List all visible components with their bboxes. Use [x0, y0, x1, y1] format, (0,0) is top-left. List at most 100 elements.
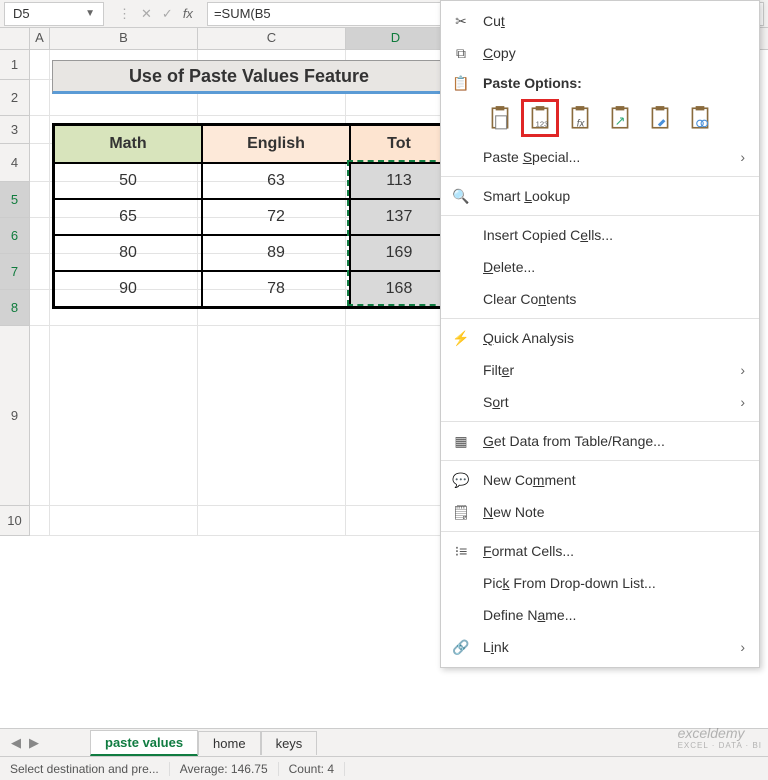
- row-header[interactable]: 10: [0, 506, 30, 536]
- menu-label: Paste Options:: [483, 75, 582, 91]
- name-box-value: D5: [13, 6, 30, 21]
- chevron-right-icon: ›: [740, 149, 745, 165]
- col-header-B[interactable]: B: [50, 28, 198, 49]
- col-header-D[interactable]: D: [346, 28, 446, 49]
- tab-nav-arrows[interactable]: ◀▶: [8, 735, 42, 751]
- menu-new-note[interactable]: 🗒 New Note: [441, 496, 759, 528]
- sheet-tabs: ◀▶ paste values home keys: [0, 728, 768, 756]
- cell[interactable]: 168: [350, 271, 448, 307]
- row-header[interactable]: 2: [0, 80, 30, 116]
- table-header-total[interactable]: Tot: [350, 125, 448, 163]
- menu-delete[interactable]: Delete...: [441, 251, 759, 283]
- cell[interactable]: 89: [202, 235, 350, 271]
- col-header-A[interactable]: A: [30, 28, 50, 49]
- fx-icon[interactable]: fx: [183, 6, 193, 21]
- menu-paste-options-header: 📋 Paste Options:: [441, 69, 759, 97]
- row-header[interactable]: 4: [0, 144, 30, 182]
- menu-new-comment[interactable]: 💬 New Comment: [441, 464, 759, 496]
- row-header[interactable]: 3: [0, 116, 30, 144]
- scissors-icon: ✂: [451, 11, 471, 31]
- menu-format-cells[interactable]: ⁝≡ Format Cells...: [441, 535, 759, 567]
- paste-transpose-button[interactable]: [603, 101, 637, 135]
- col-header-C[interactable]: C: [198, 28, 346, 49]
- menu-label: Cut: [483, 13, 505, 29]
- tab-home[interactable]: home: [198, 731, 261, 755]
- menu-label: Copy: [483, 45, 516, 61]
- menu-filter[interactable]: Filter ›: [441, 354, 759, 386]
- paste-formatting-button[interactable]: [643, 101, 677, 135]
- menu-insert-copied[interactable]: Insert Copied Cells...: [441, 219, 759, 251]
- status-count: Count: 4: [279, 762, 345, 776]
- table-header-english[interactable]: English: [202, 125, 350, 163]
- cell[interactable]: 169: [350, 235, 448, 271]
- cell[interactable]: 113: [350, 163, 448, 199]
- cell[interactable]: 78: [202, 271, 350, 307]
- menu-quick-analysis[interactable]: ⚡ Quick Analysis: [441, 322, 759, 354]
- cell[interactable]: 137: [350, 199, 448, 235]
- row-header[interactable]: 1: [0, 50, 30, 80]
- tab-paste-values[interactable]: paste values: [90, 730, 198, 756]
- cell[interactable]: 63: [202, 163, 350, 199]
- menu-label: Filter: [483, 362, 514, 378]
- menu-label: Paste Special...: [483, 149, 580, 165]
- menu-clear-contents[interactable]: Clear Contents: [441, 283, 759, 315]
- cell[interactable]: 72: [202, 199, 350, 235]
- accept-formula-icon[interactable]: ✓: [162, 6, 173, 22]
- menu-sort[interactable]: Sort ›: [441, 386, 759, 418]
- menu-get-data[interactable]: ▦ Get Data from Table/Range...: [441, 425, 759, 457]
- paste-values-button[interactable]: 123: [523, 101, 557, 135]
- comment-icon: 💬: [451, 470, 471, 490]
- paste-link-button[interactable]: [683, 101, 717, 135]
- svg-text:fx: fx: [577, 119, 586, 130]
- menu-label: New Note: [483, 504, 544, 520]
- paste-formulas-button[interactable]: fx: [563, 101, 597, 135]
- menu-copy[interactable]: ⧉ Copy: [441, 37, 759, 69]
- row-header[interactable]: 5: [0, 182, 30, 218]
- cell[interactable]: 65: [54, 199, 202, 235]
- menu-define-name[interactable]: Define Name...: [441, 599, 759, 631]
- paste-button[interactable]: [483, 101, 517, 135]
- menu-label: Get Data from Table/Range...: [483, 433, 665, 449]
- select-all-corner[interactable]: [0, 28, 30, 49]
- formula-controls: ⋮ ✕ ✓ fx: [110, 6, 201, 22]
- tab-keys[interactable]: keys: [261, 731, 318, 755]
- menu-label: Define Name...: [483, 607, 576, 623]
- context-menu: ✂ Cut ⧉ Copy 📋 Paste Options: 123 fx Pas…: [440, 0, 760, 668]
- search-icon: 🔍: [451, 186, 471, 206]
- menu-paste-special[interactable]: Paste Special... ›: [441, 141, 759, 173]
- link-icon: 🔗: [451, 637, 471, 657]
- table-icon: ▦: [451, 431, 471, 451]
- paste-options-row: 123 fx: [441, 97, 759, 141]
- row-header[interactable]: 6: [0, 218, 30, 254]
- row-header[interactable]: 7: [0, 254, 30, 290]
- menu-link[interactable]: 🔗 Link ›: [441, 631, 759, 663]
- cell[interactable]: 50: [54, 163, 202, 199]
- row-header[interactable]: 8: [0, 290, 30, 326]
- menu-label: New Comment: [483, 472, 576, 488]
- chevron-right-icon: ›: [740, 362, 745, 378]
- row-header[interactable]: 9: [0, 326, 30, 506]
- menu-label: Smart Lookup: [483, 188, 570, 204]
- menu-cut[interactable]: ✂ Cut: [441, 5, 759, 37]
- menu-pick-list[interactable]: Pick From Drop-down List...: [441, 567, 759, 599]
- formula-value: =SUM(B5: [214, 6, 271, 21]
- menu-separator: [441, 318, 759, 319]
- cancel-formula-icon[interactable]: ✕: [141, 6, 152, 22]
- chevron-down-icon[interactable]: ▼: [85, 8, 95, 19]
- ellipsis-icon: ⋮: [118, 6, 131, 22]
- status-average: Average: 146.75: [170, 762, 279, 776]
- menu-label: Sort: [483, 394, 509, 410]
- table-header-math[interactable]: Math: [54, 125, 202, 163]
- svg-text:123: 123: [536, 120, 549, 129]
- clipboard-icon: 📋: [451, 73, 471, 93]
- menu-label: Delete...: [483, 259, 535, 275]
- name-box[interactable]: D5 ▼: [4, 2, 104, 26]
- cell[interactable]: 80: [54, 235, 202, 271]
- cell[interactable]: 90: [54, 271, 202, 307]
- menu-label: Pick From Drop-down List...: [483, 575, 656, 591]
- data-table: Math English Tot 50 63 113 65 72 137 80 …: [52, 123, 450, 309]
- copy-icon: ⧉: [451, 43, 471, 63]
- menu-smart-lookup[interactable]: 🔍 Smart Lookup: [441, 180, 759, 212]
- sheet-title: Use of Paste Values Feature: [52, 60, 446, 94]
- menu-separator: [441, 421, 759, 422]
